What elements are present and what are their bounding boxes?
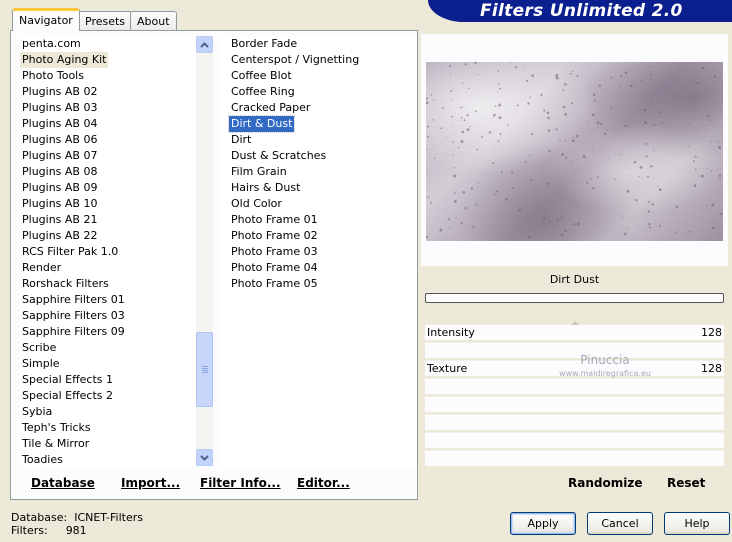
filter-item[interactable]: Dirt & Dust: [227, 115, 296, 133]
filter-item[interactable]: Centerspot / Vignetting: [229, 52, 361, 68]
category-item[interactable]: Special Effects 2: [20, 388, 115, 404]
param-row-empty: [425, 414, 724, 430]
cancel-button[interactable]: Cancel: [587, 512, 653, 535]
category-item[interactable]: Render: [20, 260, 63, 276]
watermark-site: www.maidiregrafica.eu: [559, 369, 651, 378]
category-item[interactable]: Toadies: [20, 452, 65, 466]
category-item[interactable]: Plugins AB 06: [20, 132, 99, 148]
filter-item[interactable]: Dirt: [229, 132, 253, 148]
param-row-empty: [425, 396, 724, 412]
filter-item[interactable]: Photo Frame 05: [229, 276, 320, 292]
filter-item[interactable]: Coffee Blot: [229, 68, 294, 84]
param-row-empty: [425, 450, 724, 466]
scroll-thumb[interactable]: [196, 332, 213, 407]
category-item[interactable]: Rorshack Filters: [20, 276, 111, 292]
preview-image: [426, 62, 723, 241]
param-row-empty: [425, 378, 724, 394]
category-item[interactable]: RCS Filter Pak 1.0: [20, 244, 120, 260]
tab-about[interactable]: About: [130, 11, 177, 30]
filter-item[interactable]: Photo Frame 02: [229, 228, 320, 244]
category-item[interactable]: Sapphire Filters 03: [20, 308, 127, 324]
param-label: Intensity: [427, 326, 475, 339]
help-button[interactable]: Help: [664, 512, 730, 535]
category-item[interactable]: Sybia: [20, 404, 54, 420]
category-item[interactable]: Photo Aging Kit: [20, 52, 109, 68]
category-item[interactable]: Plugins AB 09: [20, 180, 99, 196]
filter-info-button[interactable]: Filter Info...: [200, 476, 281, 490]
filter-item[interactable]: Cracked Paper: [229, 100, 312, 116]
scroll-up-button[interactable]: [196, 36, 213, 53]
filter-item[interactable]: Photo Frame 03: [229, 244, 320, 260]
apply-button[interactable]: Apply: [510, 512, 576, 535]
filter-item[interactable]: Hairs & Dust: [229, 180, 302, 196]
filter-item[interactable]: Old Color: [229, 196, 284, 212]
progress-bar: [425, 293, 724, 303]
category-item[interactable]: Tile & Mirror: [20, 436, 91, 452]
filter-list[interactable]: Border Fade Centerspot / Vignetting Coffee…: [219, 36, 417, 466]
watermark-name: Pinuccia: [580, 353, 630, 367]
tab-navigator[interactable]: Navigator: [12, 8, 80, 31]
category-item[interactable]: penta.com: [20, 36, 83, 52]
slider-marker: [571, 321, 579, 325]
category-item[interactable]: Teph's Tricks: [20, 420, 93, 436]
app-title-banner: Filters Unlimited 2.0: [428, 0, 732, 22]
category-item[interactable]: Plugins AB 02: [20, 84, 99, 100]
tab-presets[interactable]: Presets: [78, 11, 133, 30]
chevron-down-icon: [200, 454, 209, 461]
randomize-button[interactable]: Randomize: [568, 476, 642, 490]
dust-texture-overlay: [426, 62, 723, 240]
status-filters: Filters: 981: [11, 524, 87, 537]
category-item[interactable]: Plugins AB 22: [20, 228, 99, 244]
category-item[interactable]: Plugins AB 21: [20, 212, 99, 228]
chevron-up-icon: [200, 41, 209, 48]
category-item[interactable]: Plugins AB 08: [20, 164, 99, 180]
filter-item[interactable]: Photo Frame 01: [229, 212, 320, 228]
database-button[interactable]: Database: [31, 476, 95, 490]
filter-item[interactable]: Border Fade: [229, 36, 299, 52]
filter-item[interactable]: Coffee Ring: [229, 84, 297, 100]
param-value: 128: [701, 362, 722, 375]
watermark: Pinuccia www.maidiregrafica.eu: [540, 354, 670, 380]
category-item[interactable]: Simple: [20, 356, 62, 372]
param-value: 128: [701, 326, 722, 339]
filter-item[interactable]: Photo Frame 04: [229, 260, 320, 276]
category-item[interactable]: Sapphire Filters 09: [20, 324, 127, 340]
category-item[interactable]: Sapphire Filters 01: [20, 292, 127, 308]
filter-item[interactable]: Dust & Scratches: [229, 148, 328, 164]
category-item[interactable]: Special Effects 1: [20, 372, 115, 388]
import-button[interactable]: Import...: [121, 476, 180, 490]
category-item[interactable]: Photo Tools: [20, 68, 86, 84]
category-item[interactable]: Plugins AB 03: [20, 100, 99, 116]
param-row-intensity[interactable]: Intensity 128: [425, 321, 724, 340]
selected-filter-name: Dirt Dust: [549, 273, 600, 286]
scroll-down-button[interactable]: [196, 449, 213, 466]
editor-button[interactable]: Editor...: [297, 476, 350, 490]
filter-item[interactable]: Film Grain: [229, 164, 289, 180]
category-list[interactable]: penta.com Photo Aging Kit Photo Tools Plugi…: [20, 36, 196, 466]
category-item[interactable]: Plugins AB 04: [20, 116, 99, 132]
category-item[interactable]: Scribe: [20, 340, 58, 356]
reset-button[interactable]: Reset: [667, 476, 705, 490]
category-scrollbar[interactable]: [196, 36, 213, 466]
category-item[interactable]: Plugins AB 07: [20, 148, 99, 164]
status-database: Database: ICNET-Filters: [11, 511, 143, 524]
param-label: Texture: [427, 362, 468, 375]
category-item[interactable]: Plugins AB 10: [20, 196, 99, 212]
param-row-empty: [425, 432, 724, 448]
